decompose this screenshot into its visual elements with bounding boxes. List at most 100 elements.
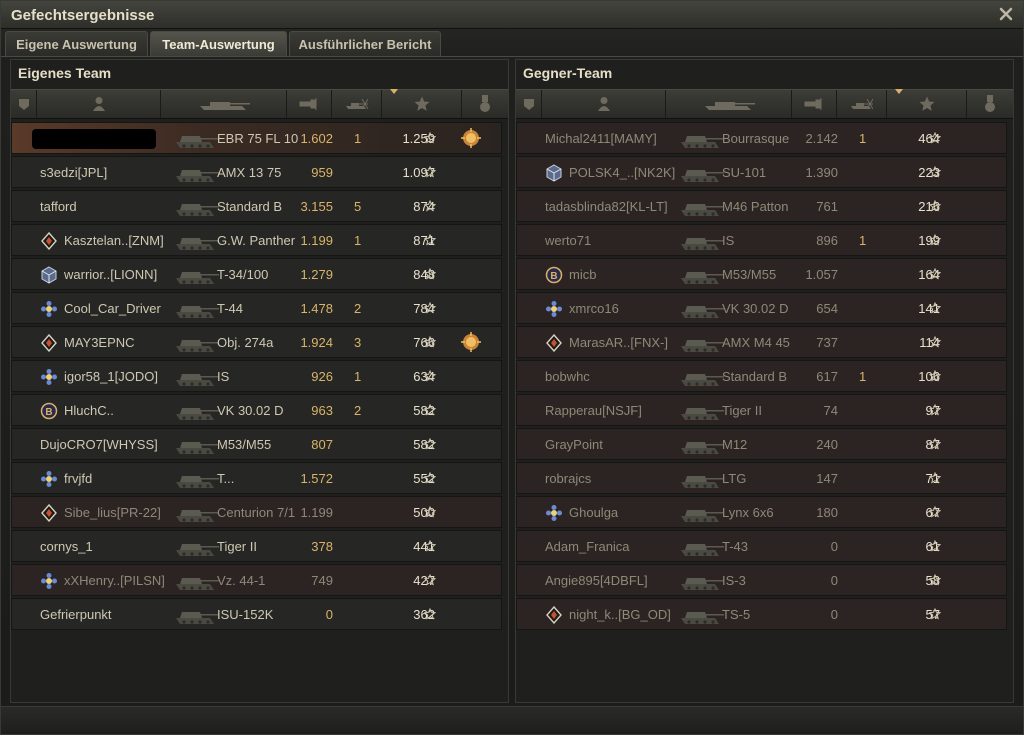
player-row[interactable]: Bmicb M53/M55 1.057 164	[516, 258, 1007, 290]
header-xp-column[interactable]	[887, 89, 967, 118]
frags-value: 5	[354, 199, 362, 214]
vehicle-tank-icon	[681, 136, 724, 148]
vehicle-name: IS	[217, 369, 230, 384]
xp-star-icon	[929, 166, 941, 178]
player-name: Ghoulga	[569, 505, 619, 520]
player-row[interactable]: night_k..[BG_OD] TS-5 0 57	[516, 598, 1007, 630]
frags-value: 1	[354, 233, 362, 248]
player-row[interactable]: s3edzi[JPL] AMX 13 75 959 1.097	[11, 156, 502, 188]
xp-star-icon	[414, 96, 429, 111]
svg-text:B: B	[45, 407, 52, 418]
vehicle-tank-icon	[681, 340, 724, 352]
player-row[interactable]: Adam_Franica T-43 0 61	[516, 530, 1007, 562]
player-name: micb	[569, 267, 597, 282]
tab-ausfuehrlicher-bericht[interactable]: Ausführlicher Bericht	[289, 31, 441, 57]
player-row[interactable]: DujoCRO7[WHYSS] M53/M55 807 582	[11, 428, 502, 460]
player-row[interactable]: Sibe_lius[PR-22] Centurion 7/1 1.199 500	[11, 496, 502, 528]
player-name: Rapperau[NSJF]	[545, 403, 642, 418]
damage-value: 761	[816, 199, 838, 214]
vehicle-name: Tiger II	[722, 403, 762, 418]
player-row[interactable]: MarasAR..[FNX-] AMX M4 45 737 114	[516, 326, 1007, 358]
player-row[interactable]: tadasblinda82[KL-LT] M46 Patton 761 216	[516, 190, 1007, 222]
header-frags-column[interactable]	[332, 90, 382, 118]
player-row[interactable]: tafford Standard B 3.155 5 874	[11, 190, 502, 222]
clan-emblem-icon	[546, 301, 562, 317]
rank-diamond-icon	[41, 232, 57, 250]
vehicle-tank-icon	[681, 204, 724, 216]
close-icon[interactable]	[997, 5, 1015, 23]
player-row[interactable]: GrayPoint M12 240 87	[516, 428, 1007, 460]
header-frags-column[interactable]	[837, 90, 887, 118]
vehicle-tank-icon	[176, 510, 219, 522]
vehicle-name: AMX 13 75	[217, 165, 282, 180]
achievement-medal-icon[interactable]	[460, 331, 482, 353]
vehicle-tank-icon	[176, 476, 219, 488]
header-player-column[interactable]	[37, 90, 161, 118]
damage-icon	[299, 98, 317, 110]
vehicle-tank-icon	[176, 306, 219, 318]
player-row[interactable]: frvjfd T... 1.572 552	[11, 462, 502, 494]
tab-team-auswertung[interactable]: Team-Auswertung	[150, 31, 287, 57]
player-row[interactable]: bobwhc Standard B 617 1 106	[516, 360, 1007, 392]
vehicle-tank-icon	[176, 340, 219, 352]
medal-icon	[480, 95, 490, 112]
enemy-team-panel: Gegner-Team Michal2411[MAMY] Bourrasque …	[515, 59, 1014, 703]
xp-star-icon	[929, 200, 941, 212]
player-row[interactable]: igor58_1[JODO] IS 926 1 634	[11, 360, 502, 392]
player-row[interactable]: Angie895[4DBFL] IS-3 0 58	[516, 564, 1007, 596]
header-vehicle-column[interactable]	[666, 90, 792, 118]
damage-value: 0	[830, 539, 838, 554]
clan-emblem-icon	[41, 369, 57, 385]
header-squad-column[interactable]	[516, 90, 542, 118]
vehicle-tank-icon	[681, 408, 724, 420]
player-row[interactable]: Ghoulga Lynx 6x6 180 67	[516, 496, 1007, 528]
clan-cube-icon	[546, 164, 562, 182]
player-row[interactable]: werto71 IS 896 1 199	[516, 224, 1007, 256]
header-squad-column[interactable]	[11, 90, 37, 118]
player-row[interactable]: EBR 75 FL 10 1.602 1 1.259	[11, 122, 502, 154]
xp-star-icon	[424, 234, 436, 246]
player-row[interactable]: B HluchC.. VK 30.02 D 963 2 582	[11, 394, 502, 426]
tab-eigene-auswertung[interactable]: Eigene Auswertung	[5, 31, 148, 57]
own-team-header	[11, 89, 508, 119]
header-achievements-column[interactable]	[967, 90, 1013, 118]
player-row[interactable]: xmrco16 VK 30.02 D 654 141	[516, 292, 1007, 324]
player-row[interactable]: warrior..[LIONN] T-34/100 1.279 848	[11, 258, 502, 290]
player-row[interactable]: Michal2411[MAMY] Bourrasque 2.142 1 464	[516, 122, 1007, 154]
achievement-medal-icon[interactable]	[460, 127, 482, 149]
header-achievements-column[interactable]	[462, 90, 508, 118]
header-player-column[interactable]	[542, 90, 666, 118]
player-row[interactable]: Kasztelan..[ZNM] G.W. Panther 1.199 1 871	[11, 224, 502, 256]
header-damage-column[interactable]	[792, 90, 837, 118]
header-damage-column[interactable]	[287, 90, 332, 118]
damage-value: 1.924	[300, 335, 333, 350]
player-name: robrajcs	[545, 471, 592, 486]
player-name: Cool_Car_Driver	[64, 301, 161, 316]
bond-coin-icon: B	[545, 266, 563, 284]
vehicle-tank-icon	[176, 578, 219, 590]
damage-value: 2.142	[805, 131, 838, 146]
header-vehicle-column[interactable]	[161, 90, 287, 118]
player-row[interactable]: POLSK4_..[NK2K] SU-101 1.390 223	[516, 156, 1007, 188]
vehicle-tank-icon	[681, 578, 724, 590]
vehicle-tank-icon	[176, 544, 219, 556]
player-row[interactable]: Cool_Car_Driver T-44 1.478 2 784	[11, 292, 502, 324]
frags-value: 1	[859, 131, 867, 146]
sort-indicator-icon	[895, 89, 903, 94]
player-name: Sibe_lius[PR-22]	[64, 505, 161, 520]
xp-star-icon	[929, 608, 941, 620]
rank-diamond-icon	[546, 334, 562, 352]
player-row[interactable]: xXHenry..[PILSN] Vz. 44-1 749 427	[11, 564, 502, 596]
damage-value: 926	[311, 369, 333, 384]
xp-star-icon	[424, 336, 436, 348]
vehicle-name: Lynx 6x6	[722, 505, 774, 520]
player-row[interactable]: MAY3EPNC Obj. 274a 1.924 3 766	[11, 326, 502, 358]
damage-value: 1.057	[805, 267, 838, 282]
player-row[interactable]: robrajcs LTG 147 71	[516, 462, 1007, 494]
player-icon	[92, 97, 105, 111]
player-row[interactable]: Rapperau[NSJF] Tiger II 74 97	[516, 394, 1007, 426]
player-row[interactable]: Gefrierpunkt ISU-152K 0 362	[11, 598, 502, 630]
player-row[interactable]: cornys_1 Tiger II 378 441	[11, 530, 502, 562]
vehicle-name: Standard B	[217, 199, 283, 214]
header-xp-column[interactable]	[382, 89, 462, 118]
